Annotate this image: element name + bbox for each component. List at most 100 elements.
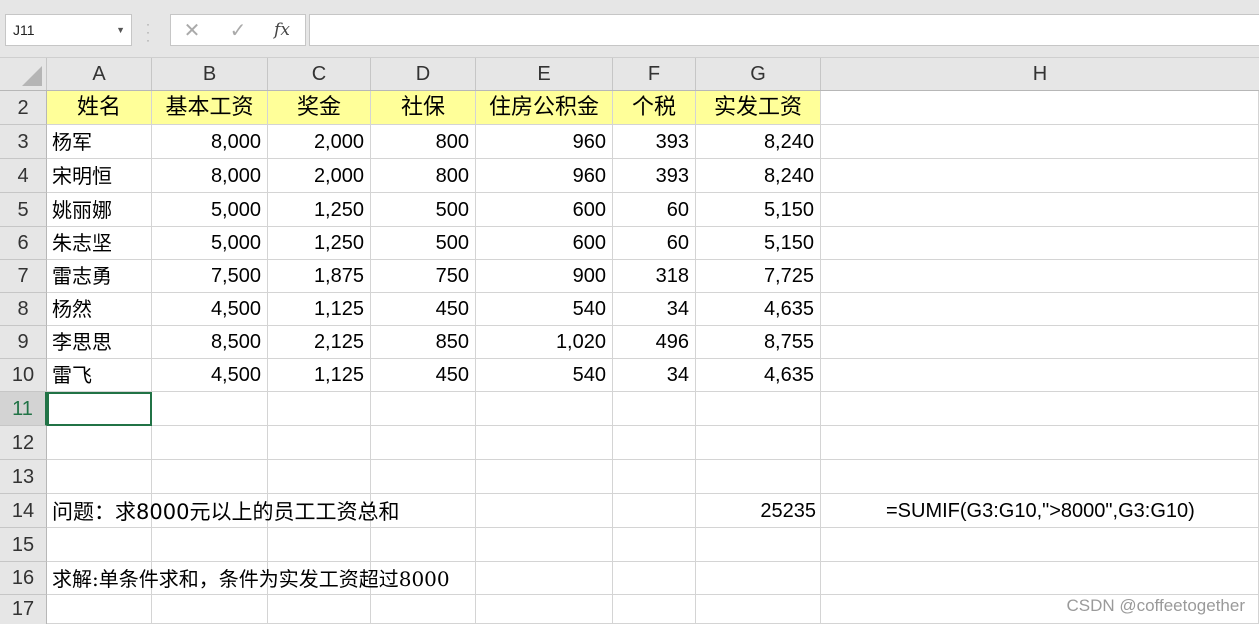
data-cell-d[interactable]: 800 bbox=[371, 159, 476, 193]
empty-cell[interactable] bbox=[371, 595, 476, 624]
empty-cell[interactable] bbox=[268, 426, 371, 460]
row-header-13[interactable]: 13 bbox=[0, 460, 47, 494]
data-cell-g[interactable]: 5,150 bbox=[696, 227, 821, 260]
row-header-10[interactable]: 10 bbox=[0, 359, 47, 392]
column-header-e[interactable]: E bbox=[476, 58, 613, 90]
empty-cell[interactable] bbox=[268, 528, 371, 562]
empty-cell[interactable] bbox=[821, 359, 1259, 392]
empty-cell[interactable] bbox=[152, 460, 268, 494]
row-header-12[interactable]: 12 bbox=[0, 426, 47, 460]
data-cell-b[interactable]: 5,000 bbox=[152, 193, 268, 227]
empty-cell[interactable] bbox=[613, 494, 696, 528]
header-cell-g[interactable]: 实发工资 bbox=[696, 91, 821, 125]
data-cell-c[interactable]: 2,125 bbox=[268, 326, 371, 359]
empty-cell[interactable] bbox=[613, 460, 696, 494]
empty-cell[interactable] bbox=[152, 595, 268, 624]
empty-cell[interactable] bbox=[821, 426, 1259, 460]
data-cell-f[interactable]: 60 bbox=[613, 193, 696, 227]
empty-cell[interactable] bbox=[821, 260, 1259, 293]
select-all-button[interactable] bbox=[0, 58, 47, 90]
header-cell-d[interactable]: 社保 bbox=[371, 91, 476, 125]
row-header-2[interactable]: 2 bbox=[0, 91, 47, 125]
column-header-a[interactable]: A bbox=[47, 58, 152, 90]
column-header-b[interactable]: B bbox=[152, 58, 268, 90]
empty-cell[interactable] bbox=[47, 595, 152, 624]
data-cell-e[interactable]: 960 bbox=[476, 125, 613, 159]
chevron-down-icon[interactable]: ▼ bbox=[116, 15, 125, 45]
empty-cell[interactable] bbox=[821, 562, 1259, 595]
data-cell-d[interactable]: 450 bbox=[371, 293, 476, 326]
data-cell-a[interactable]: 宋明恒 bbox=[47, 159, 152, 193]
empty-cell[interactable] bbox=[371, 460, 476, 494]
row-header-14[interactable]: 14 bbox=[0, 494, 47, 528]
data-cell-a[interactable]: 雷飞 bbox=[47, 359, 152, 392]
empty-cell[interactable] bbox=[821, 227, 1259, 260]
data-cell-g[interactable]: 8,240 bbox=[696, 159, 821, 193]
worksheet-grid[interactable]: 姓名 基本工资 奖金 社保 住房公积金 个税 实发工资 杨军 8,000 2,000 800 960 3… bbox=[47, 91, 1259, 624]
header-cell-f[interactable]: 个税 bbox=[613, 91, 696, 125]
empty-cell[interactable] bbox=[613, 595, 696, 624]
answer-cell[interactable]: 25235 bbox=[696, 494, 816, 528]
empty-cell[interactable] bbox=[821, 326, 1259, 359]
empty-cell[interactable] bbox=[268, 460, 371, 494]
empty-cell[interactable] bbox=[696, 392, 821, 426]
name-box[interactable]: J11 ▼ bbox=[5, 14, 132, 46]
empty-cell[interactable] bbox=[821, 91, 1259, 125]
empty-cell[interactable] bbox=[476, 494, 613, 528]
empty-cell[interactable] bbox=[371, 528, 476, 562]
enter-icon[interactable]: ✓ bbox=[223, 17, 253, 43]
formula-text[interactable]: =SUMIF(G3:G10,">8000",G3:G10) bbox=[886, 494, 1195, 528]
header-cell-e[interactable]: 住房公积金 bbox=[476, 91, 613, 125]
data-cell-f[interactable]: 34 bbox=[613, 359, 696, 392]
insert-function-icon[interactable]: fx bbox=[267, 17, 297, 43]
empty-cell[interactable] bbox=[152, 392, 268, 426]
data-cell-d[interactable]: 800 bbox=[371, 125, 476, 159]
data-cell-c[interactable]: 2,000 bbox=[268, 159, 371, 193]
empty-cell[interactable] bbox=[696, 528, 821, 562]
empty-cell[interactable] bbox=[268, 595, 371, 624]
empty-cell[interactable] bbox=[476, 562, 613, 595]
data-cell-e[interactable]: 600 bbox=[476, 227, 613, 260]
row-header-11[interactable]: 11 bbox=[0, 392, 47, 426]
data-cell-f[interactable]: 34 bbox=[613, 293, 696, 326]
data-cell-f[interactable]: 393 bbox=[613, 159, 696, 193]
column-header-f[interactable]: F bbox=[613, 58, 696, 90]
row-header-6[interactable]: 6 bbox=[0, 227, 47, 260]
column-header-d[interactable]: D bbox=[371, 58, 476, 90]
data-cell-d[interactable]: 450 bbox=[371, 359, 476, 392]
data-cell-c[interactable]: 1,125 bbox=[268, 359, 371, 392]
empty-cell[interactable] bbox=[47, 528, 152, 562]
header-cell-c[interactable]: 奖金 bbox=[268, 91, 371, 125]
data-cell-c[interactable]: 1,125 bbox=[268, 293, 371, 326]
empty-cell[interactable] bbox=[613, 562, 696, 595]
data-cell-d[interactable]: 500 bbox=[371, 227, 476, 260]
empty-cell[interactable] bbox=[371, 426, 476, 460]
empty-cell[interactable] bbox=[152, 426, 268, 460]
data-cell-e[interactable]: 600 bbox=[476, 193, 613, 227]
data-cell-c[interactable]: 2,000 bbox=[268, 125, 371, 159]
empty-cell[interactable] bbox=[613, 392, 696, 426]
empty-cell[interactable] bbox=[821, 125, 1259, 159]
data-cell-b[interactable]: 4,500 bbox=[152, 359, 268, 392]
empty-cell[interactable] bbox=[821, 528, 1259, 562]
data-cell-e[interactable]: 900 bbox=[476, 260, 613, 293]
data-cell-d[interactable]: 850 bbox=[371, 326, 476, 359]
data-cell-b[interactable]: 8,500 bbox=[152, 326, 268, 359]
data-cell-g[interactable]: 7,725 bbox=[696, 260, 821, 293]
empty-cell[interactable] bbox=[821, 159, 1259, 193]
row-header-17[interactable]: 17 bbox=[0, 595, 47, 624]
data-cell-b[interactable]: 8,000 bbox=[152, 159, 268, 193]
data-cell-g[interactable]: 5,150 bbox=[696, 193, 821, 227]
data-cell-b[interactable]: 5,000 bbox=[152, 227, 268, 260]
column-header-h[interactable]: H bbox=[821, 58, 1259, 90]
data-cell-a[interactable]: 杨然 bbox=[47, 293, 152, 326]
row-header-5[interactable]: 5 bbox=[0, 193, 47, 227]
empty-cell[interactable] bbox=[47, 426, 152, 460]
empty-cell[interactable] bbox=[696, 426, 821, 460]
data-cell-c[interactable]: 1,250 bbox=[268, 227, 371, 260]
data-cell-f[interactable]: 496 bbox=[613, 326, 696, 359]
formula-input[interactable] bbox=[309, 14, 1259, 46]
empty-cell[interactable] bbox=[821, 293, 1259, 326]
data-cell-e[interactable]: 1,020 bbox=[476, 326, 613, 359]
empty-cell[interactable] bbox=[821, 193, 1259, 227]
